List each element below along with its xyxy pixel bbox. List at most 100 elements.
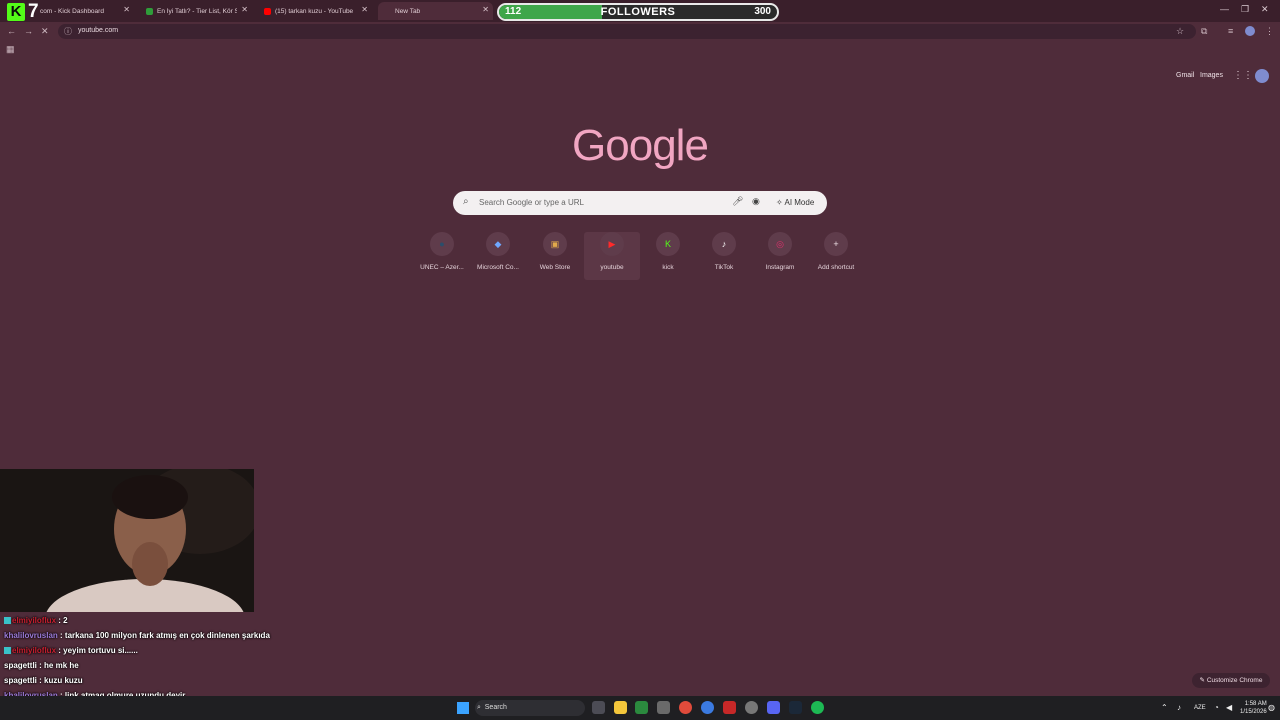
shortcut-label: Instagram: [765, 264, 795, 271]
restore-icon[interactable]: ❐: [1241, 4, 1249, 15]
notifications-icon[interactable]: ◍: [1268, 703, 1275, 712]
shortcut-add-shortcut[interactable]: + Add shortcut: [808, 232, 864, 280]
tiktok-icon: ♪: [712, 232, 736, 256]
minimize-icon[interactable]: —: [1220, 4, 1229, 14]
close-tab-icon[interactable]: ✕: [482, 5, 489, 14]
search-box[interactable]: ⌕ Search Google or type a URL 🎤︎ ◉ ✧ AI …: [453, 191, 827, 215]
close-tab-icon[interactable]: ✕: [123, 5, 130, 14]
taskbar-search-label: Search: [484, 704, 507, 711]
stop-loading-icon[interactable]: ✕: [41, 26, 49, 37]
instagram-icon: ◎: [768, 232, 792, 256]
extensions-icon[interactable]: ⧉: [1201, 26, 1207, 37]
streamer-webcam-image: [0, 469, 254, 612]
webcam-overlay: [0, 469, 254, 612]
chat-username[interactable]: elmiyiloflux: [12, 616, 56, 625]
chat-message: spagettli : he mk he: [4, 661, 79, 670]
obs-icon[interactable]: [745, 701, 758, 714]
taskbar-search[interactable]: ⌕ Search: [475, 700, 585, 716]
customize-chrome-button[interactable]: ✎ Customize Chrome: [1192, 673, 1270, 688]
close-tab-icon[interactable]: ✕: [241, 5, 248, 14]
youtube-icon: ▶: [600, 232, 624, 256]
close-tab-icon[interactable]: ✕: [361, 5, 368, 14]
task-view-icon[interactable]: [592, 701, 605, 714]
shortcut-label: UNEC – Azer...: [420, 264, 464, 271]
shortcut-microsoft-co[interactable]: ◆ Microsoft Co...: [470, 232, 526, 280]
tab-title: En İyi Tatlı? - Tier List, Kör Sıralama: [157, 7, 237, 15]
tray-overflow-icon[interactable]: ⌃: [1161, 703, 1168, 712]
spotify-icon[interactable]: [811, 701, 824, 714]
steam-icon[interactable]: [789, 701, 802, 714]
followers-goal: 300: [754, 6, 771, 17]
chrome-profile-icon[interactable]: [701, 701, 714, 714]
taskbar-clock[interactable]: 1:58 AM 1/15/2026: [1240, 700, 1267, 716]
shortcut-tiktok[interactable]: ♪ TikTok: [696, 232, 752, 280]
clock-date: 1/15/2026: [1240, 709, 1267, 715]
address-bar[interactable]: [58, 24, 1196, 39]
chrome-icon[interactable]: [679, 701, 692, 714]
shortcut-label: Microsoft Co...: [477, 264, 519, 271]
tab-youtube[interactable]: (15) tarkan kuzu - YouTube ✕: [258, 2, 372, 20]
shortcut-instagram[interactable]: ◎ Instagram: [752, 232, 808, 280]
terminal-icon[interactable]: [657, 701, 670, 714]
tab-tier-list[interactable]: En İyi Tatlı? - Tier List, Kör Sıralama …: [140, 2, 252, 20]
windows-start-icon[interactable]: [457, 702, 469, 714]
google-lens-icon[interactable]: ◉: [752, 196, 760, 207]
address-url[interactable]: youtube.com: [78, 27, 118, 34]
ai-mode-button[interactable]: ✧ AI Mode: [770, 194, 820, 212]
keyboard-language[interactable]: AZE: [1194, 705, 1206, 711]
app-red-icon[interactable]: [723, 701, 736, 714]
wifi-icon[interactable]: ◔: [1214, 703, 1219, 712]
ai-mode-label: AI Mode: [784, 198, 815, 207]
bookmark-star-icon[interactable]: ☆: [1176, 26, 1184, 37]
site-info-icon[interactable]: ⓘ: [64, 26, 72, 37]
images-link[interactable]: Images: [1200, 72, 1223, 79]
shortcut-youtube[interactable]: ▶ youtube: [584, 232, 640, 280]
shortcut-label: TikTok: [714, 264, 734, 271]
chat-username[interactable]: spagettli: [4, 661, 37, 670]
back-icon[interactable]: ←: [7, 26, 16, 36]
chat-badge-icon: [4, 647, 11, 654]
voice-search-icon[interactable]: 🎤︎: [732, 196, 743, 207]
followers-goal-bar: 112 FOLLOWERS 300: [497, 3, 779, 21]
gmail-link[interactable]: Gmail: [1176, 72, 1194, 79]
chat-message: spagettli : kuzu kuzu: [4, 676, 83, 685]
shortcut-label: kick: [662, 264, 674, 271]
chat-message: khalilovruslan : tarkana 100 milyon fark…: [4, 631, 270, 640]
tray-mic-icon[interactable]: ♪: [1177, 703, 1181, 712]
shortcut-web-store[interactable]: ▣ Web Store: [527, 232, 583, 280]
tab-kick-dashboard[interactable]: com - Kick Dashboard ✕: [34, 2, 134, 20]
volume-icon[interactable]: ◀: [1226, 703, 1232, 712]
discord-icon[interactable]: [767, 701, 780, 714]
chat-text: : kuzu kuzu: [39, 676, 83, 685]
chat-username[interactable]: elmiyiloflux: [12, 646, 56, 655]
search-icon: ⌕: [463, 196, 469, 207]
more-menu-icon[interactable]: ⋮: [1265, 26, 1274, 37]
tab-new-tab[interactable]: New Tab ✕: [378, 2, 493, 20]
shortcut-label: Add shortcut: [817, 264, 855, 271]
customize-label: Customize Chrome: [1206, 677, 1263, 684]
webstore-icon: ▣: [543, 232, 567, 256]
newtab-favicon-icon: [384, 8, 391, 15]
shortcut-kick[interactable]: Kkick: [640, 232, 696, 280]
clock-time: 1:58 AM: [1244, 701, 1267, 707]
chat-text: : 2: [58, 616, 68, 625]
file-explorer-icon[interactable]: [614, 701, 627, 714]
account-avatar[interactable]: [1255, 69, 1269, 83]
youtube-favicon-icon: [264, 7, 271, 15]
search-placeholder[interactable]: Search Google or type a URL: [479, 198, 584, 207]
google-logo: Google: [572, 121, 709, 170]
chat-username[interactable]: spagettli: [4, 676, 37, 685]
chat-text: : tarkana 100 milyon fark atmış en çok d…: [60, 631, 270, 640]
unec-icon: ●: [430, 232, 454, 256]
apps-grid-icon[interactable]: ▦: [6, 44, 15, 55]
chat-badge-icon: [4, 617, 11, 624]
chat-username[interactable]: khalilovruslan: [4, 631, 58, 640]
profile-avatar-icon[interactable]: [1245, 26, 1255, 36]
forward-icon[interactable]: →: [24, 26, 33, 36]
close-window-icon[interactable]: ✕: [1261, 4, 1269, 15]
nvidia-icon[interactable]: [635, 701, 648, 714]
copilot-icon: ◆: [486, 232, 510, 256]
shortcut-unec-azer[interactable]: ● UNEC – Azer...: [414, 232, 470, 280]
kick-logo-icon: K: [7, 3, 25, 21]
media-controls-icon[interactable]: ≡: [1228, 26, 1233, 36]
